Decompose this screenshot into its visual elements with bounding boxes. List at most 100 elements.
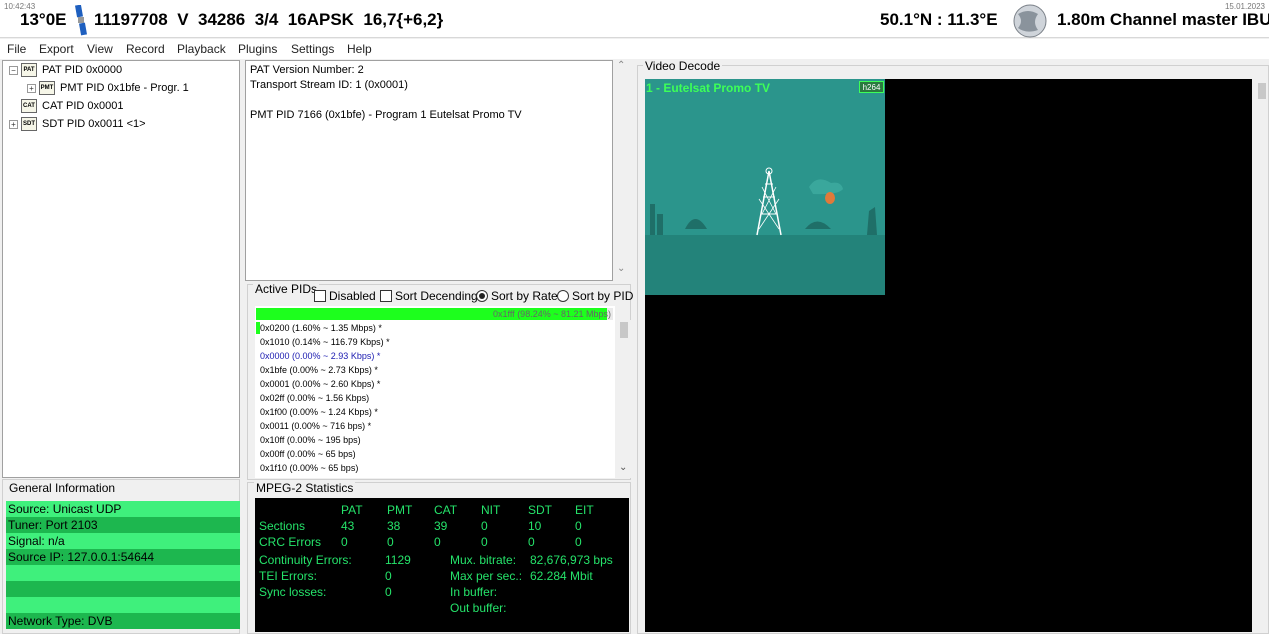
stat-value: 0 xyxy=(341,535,348,549)
stat-value: 0 xyxy=(575,519,582,533)
info-line xyxy=(250,93,608,108)
channel-title: 1 - Eutelsat Promo TV xyxy=(646,81,771,95)
cat-table-icon: CAT xyxy=(21,99,37,113)
satellite-icon xyxy=(70,4,92,37)
stat-value: 0 xyxy=(575,535,582,549)
mpeg-stats-title: MPEG-2 Statistics xyxy=(254,481,356,495)
menu-settings[interactable]: Settings xyxy=(291,42,334,56)
pid-list[interactable]: 0x1fff (98.24% ~ 81.21 Mbps) 0x0200 (1.6… xyxy=(255,306,615,478)
col-header: NIT xyxy=(481,503,501,517)
radio-selected-icon[interactable] xyxy=(476,290,488,302)
stat-value: 0 xyxy=(481,535,488,549)
mpeg-stats-panel: PAT PMT CAT NIT SDT EIT Sections 43 38 3… xyxy=(255,498,629,632)
scroll-thumb[interactable] xyxy=(620,322,628,338)
tree-node-sdt[interactable]: + SDT SDT PID 0x0011 <1> xyxy=(9,116,146,132)
tree-node-pmt[interactable]: + PMT PMT PID 0x1bfe - Progr. 1 xyxy=(27,80,189,96)
pid-row[interactable]: 0x0000 (0.00% ~ 2.93 Kbps) * xyxy=(260,349,380,363)
checkbox-label: Sort Decending xyxy=(395,289,478,303)
dish-info: 1.80m Channel master IBU xyxy=(1057,10,1269,29)
col-header: CAT xyxy=(434,503,458,517)
sync-label: Sync losses: xyxy=(259,585,327,599)
tei-value: 0 xyxy=(385,569,392,583)
stat-value: 38 xyxy=(387,519,401,533)
general-info-title: General Information xyxy=(7,481,118,495)
pid-row[interactable]: 0x02ff (0.00% ~ 1.56 Kbps) xyxy=(260,391,369,405)
pid-row[interactable]: 0x0200 (1.60% ~ 1.35 Mbps) * xyxy=(260,321,382,335)
in-buffer-label: In buffer: xyxy=(450,585,498,599)
signal-field: Signal: n/a xyxy=(6,533,240,549)
pat-table-icon: PAT xyxy=(21,63,37,77)
max-per-sec-label: Max per sec.: xyxy=(450,569,523,583)
scroll-thumb[interactable] xyxy=(1258,83,1266,99)
details-scrollbar[interactable]: ⌃ ⌄ xyxy=(614,60,630,281)
tree-node-label: CAT PID 0x0001 xyxy=(42,100,124,112)
collapse-icon[interactable]: − xyxy=(9,65,18,75)
empty-info-field xyxy=(6,581,240,597)
stat-value: 0 xyxy=(481,519,488,533)
menu-file[interactable]: File xyxy=(7,42,26,56)
menu-help[interactable]: Help xyxy=(347,42,372,56)
stat-value: 0 xyxy=(528,535,535,549)
checkbox-box[interactable] xyxy=(314,290,326,302)
pid-row[interactable]: 0x00ff (0.00% ~ 65 bps) xyxy=(260,447,356,461)
video-frame: 1 - Eutelsat Promo TV h264 xyxy=(645,79,885,295)
menu-playback[interactable]: Playback xyxy=(177,42,226,56)
pid-row[interactable]: 0x1f00 (0.00% ~ 1.24 Kbps) * xyxy=(260,405,378,419)
menu-export[interactable]: Export xyxy=(39,42,74,56)
sdt-table-icon: SDT xyxy=(21,117,37,131)
stat-value: 10 xyxy=(528,519,542,533)
video-scrollbar[interactable] xyxy=(1257,79,1267,632)
globe-icon xyxy=(1007,4,1050,38)
menu-bar: File Export View Record Playback Plugins… xyxy=(0,39,1269,59)
expand-icon[interactable]: + xyxy=(27,83,36,93)
tree-node-cat[interactable]: CAT CAT PID 0x0001 xyxy=(21,98,124,114)
scroll-up-icon[interactable]: ⌃ xyxy=(617,60,625,71)
sync-value: 0 xyxy=(385,585,392,599)
radio-label: Sort by PID xyxy=(572,289,634,303)
pid-row[interactable]: 0x10ff (0.00% ~ 195 bps) xyxy=(260,433,361,447)
pmt-table-icon: PMT xyxy=(39,81,55,95)
pid-row[interactable]: 0x0011 (0.00% ~ 716 bps) * xyxy=(260,419,371,433)
col-header: PAT xyxy=(341,503,363,517)
sort-descending-checkbox[interactable]: Sort Decending xyxy=(380,289,478,303)
menu-record[interactable]: Record xyxy=(126,42,165,56)
stat-value: 0 xyxy=(434,535,441,549)
menu-view[interactable]: View xyxy=(87,42,113,56)
tei-label: TEI Errors: xyxy=(259,569,318,583)
pid-list-scrollbar[interactable]: ⌄ xyxy=(617,320,631,478)
sort-by-rate-radio[interactable]: Sort by Rate xyxy=(476,289,558,303)
radio-icon[interactable] xyxy=(557,290,569,302)
source-field: Source: Unicast UDP xyxy=(6,501,240,517)
checkbox-box[interactable] xyxy=(380,290,392,302)
source-ip-field: Source IP: 127.0.0.1:54644 xyxy=(6,549,240,565)
geo-position: 50.1°N : 11.3°E xyxy=(880,10,998,29)
empty-info-field xyxy=(6,597,240,613)
orbital-position: 13°0E xyxy=(20,10,67,29)
tuner-field: Tuner: Port 2103 xyxy=(6,517,240,533)
expand-icon[interactable]: + xyxy=(9,119,18,129)
tower-landscape-image xyxy=(645,79,885,295)
tree-node-pat[interactable]: − PAT PAT PID 0x0000 xyxy=(9,62,122,78)
pid-row[interactable]: 0x1010 (0.14% ~ 116.79 Kbps) * xyxy=(260,335,390,349)
network-type-field: Network Type: DVB xyxy=(6,613,240,629)
menu-plugins[interactable]: Plugins xyxy=(238,42,277,56)
sort-by-pid-radio[interactable]: Sort by PID xyxy=(557,289,633,303)
sections-label: Sections xyxy=(259,519,306,533)
scroll-down-icon[interactable]: ⌄ xyxy=(619,462,627,473)
table-details[interactable]: PAT Version Number: 2 Transport Stream I… xyxy=(245,60,613,281)
tree-node-label: PMT PID 0x1bfe - Progr. 1 xyxy=(60,82,189,94)
continuity-label: Continuity Errors: xyxy=(259,553,352,567)
checkbox-label: Disabled xyxy=(329,289,376,303)
top-pid-label: 0x1fff (98.24% ~ 81.21 Mbps) xyxy=(493,309,611,319)
top-pid-bar: 0x1fff (98.24% ~ 81.21 Mbps) xyxy=(256,308,613,320)
pid-row[interactable]: 0x1bfe (0.00% ~ 2.73 Kbps) * xyxy=(260,363,378,377)
video-decode-title: Video Decode xyxy=(643,59,723,73)
pid-tree[interactable]: − PAT PAT PID 0x0000 + PMT PMT PID 0x1bf… xyxy=(2,60,240,478)
scroll-down-icon[interactable]: ⌄ xyxy=(617,263,625,274)
pid-row[interactable]: 0x0001 (0.00% ~ 2.60 Kbps) * xyxy=(260,377,380,391)
disabled-checkbox[interactable]: Disabled xyxy=(314,289,376,303)
info-line: PAT Version Number: 2 xyxy=(250,64,364,76)
empty-info-field xyxy=(6,565,240,581)
transponder-info: 11197708 V 34286 3/4 16APSK 16,7{+6,2} xyxy=(94,10,444,29)
pid-row[interactable]: 0x1f10 (0.00% ~ 65 bps) xyxy=(260,461,358,475)
